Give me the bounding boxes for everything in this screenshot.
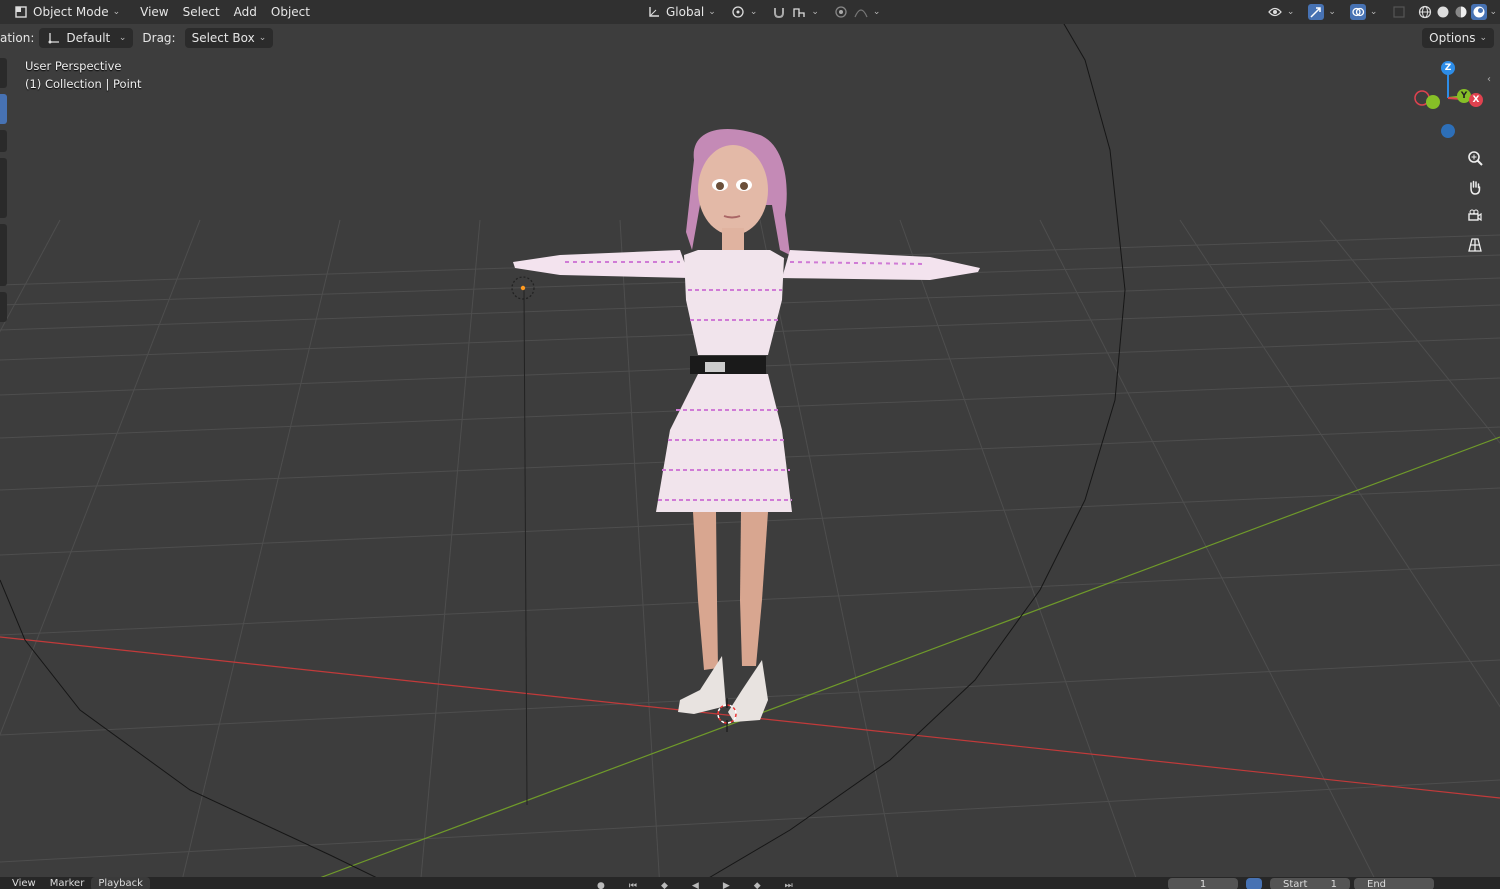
chevron-down-icon: ⌄: [708, 7, 716, 17]
start-label: Start: [1283, 879, 1308, 889]
character-model: [513, 128, 980, 722]
start-frame-field[interactable]: Start 1: [1270, 878, 1350, 889]
gizmo-toggle[interactable]: ⌄: [1301, 2, 1343, 22]
xray-toggle[interactable]: [1384, 2, 1414, 22]
tool-annotate-group[interactable]: [0, 224, 7, 286]
proportional-circle-icon: [833, 4, 849, 20]
grid-ortho-icon[interactable]: [1462, 232, 1488, 258]
snap-toggle[interactable]: ⌄: [764, 2, 826, 22]
transform-orientation[interactable]: Global ⌄: [639, 2, 723, 22]
drag-dropdown[interactable]: Select Box ⌄: [184, 28, 274, 48]
menu-add[interactable]: Add: [227, 2, 264, 22]
material-shading-icon[interactable]: [1453, 4, 1469, 20]
orientation-dropdown-value: Default: [66, 31, 111, 45]
timeline-menu-playback[interactable]: Playback: [91, 877, 150, 889]
preview-range-icon[interactable]: [1246, 878, 1262, 889]
orientation-label: Global: [665, 5, 705, 19]
y-axis-line: [289, 436, 1500, 889]
transform-orientation-icon: [46, 30, 62, 46]
shading-modes[interactable]: ⌄: [1414, 2, 1500, 22]
eye-icon: [1267, 4, 1283, 20]
end-label: End: [1367, 879, 1387, 889]
hand-pan-icon[interactable]: [1462, 174, 1488, 200]
chevron-down-icon: ⌄: [1328, 7, 1336, 17]
3d-viewport[interactable]: User Perspective (1) Collection | Point …: [0, 0, 1500, 889]
mode-selector[interactable]: Object Mode ⌄: [6, 2, 127, 22]
jump-end-icon[interactable]: ⏭: [778, 879, 800, 889]
chevron-down-icon: ⌄: [1479, 33, 1487, 43]
playback-controls[interactable]: ● ⏮ ◆ ◀ ▶ ◆ ⏭: [590, 879, 800, 889]
visibility-dropdown[interactable]: ⌄: [1260, 2, 1302, 22]
chevron-down-icon: ⌄: [258, 33, 267, 43]
wireframe-shading-icon[interactable]: [1417, 4, 1433, 20]
jump-start-icon[interactable]: ⏮: [622, 879, 644, 889]
xray-icon: [1391, 4, 1407, 20]
drag-label: Drag:: [142, 31, 176, 45]
sidebar-toggle-icon[interactable]: ‹: [1487, 74, 1491, 85]
tool-move[interactable]: [0, 130, 7, 152]
chevron-down-icon: ⌄: [811, 7, 819, 17]
options-label: Options: [1429, 31, 1476, 45]
overlay-circles-icon: [1349, 4, 1366, 20]
solid-shading-icon[interactable]: [1435, 4, 1451, 20]
drag-dropdown-value: Select Box: [191, 31, 255, 45]
chevron-down-icon: ⌄: [118, 33, 127, 43]
light-sphere-outline: [0, 0, 1126, 889]
tool-transform-group[interactable]: [0, 158, 7, 218]
next-keyframe-icon[interactable]: ◆: [747, 879, 768, 889]
snap-increment-icon: [791, 4, 807, 20]
tool-add-cube[interactable]: [0, 292, 7, 322]
record-icon[interactable]: ●: [590, 879, 612, 889]
tool-cursor-active[interactable]: [0, 94, 7, 124]
orientation-field-label: ation:: [0, 31, 35, 45]
orientation-axes-icon: [646, 4, 662, 20]
chevron-down-icon: ⌄: [872, 7, 881, 17]
proportional-editing-toggle[interactable]: ⌄: [826, 2, 888, 22]
end-frame-field[interactable]: End 1100: [1354, 878, 1434, 889]
chevron-down-icon: ⌄: [749, 7, 758, 17]
magnet-icon: [771, 4, 787, 20]
header-bar: Object Mode ⌄ View Select Add Object Glo…: [0, 0, 1500, 24]
menu-select[interactable]: Select: [176, 2, 227, 22]
play-reverse-icon[interactable]: ◀: [685, 879, 706, 889]
start-value: 1: [1330, 879, 1337, 889]
options-dropdown[interactable]: Options ⌄: [1422, 28, 1494, 48]
pivot-point-button[interactable]: ⌄: [723, 2, 765, 22]
collection-info: (1) Collection | Point: [25, 77, 142, 91]
menu-view[interactable]: View: [133, 2, 175, 22]
timeline-menu-marker[interactable]: Marker: [43, 877, 92, 889]
mode-label: Object Mode: [33, 5, 109, 19]
light-line: [523, 289, 528, 806]
viewport-scene: [0, 0, 1500, 889]
rendered-shading-icon[interactable]: [1471, 4, 1488, 20]
gizmo-x-label[interactable]: X: [1469, 93, 1483, 107]
chevron-down-icon: ⌄: [112, 7, 121, 17]
play-icon[interactable]: ▶: [716, 879, 737, 889]
chevron-down-icon: ⌄: [1286, 7, 1295, 17]
left-toolbar: [0, 58, 8, 328]
view-name: User Perspective: [25, 59, 122, 73]
tool-select[interactable]: [0, 58, 7, 88]
gizmo-z-label[interactable]: Z: [1441, 61, 1455, 75]
camera-view-icon[interactable]: [1462, 203, 1488, 229]
object-mode-icon: [13, 4, 29, 20]
prev-keyframe-icon[interactable]: ◆: [654, 879, 675, 889]
chevron-down-icon: ⌄: [1489, 7, 1497, 17]
timeline-header: View Marker Playback ● ⏮ ◆ ◀ ▶ ◆ ⏭ 1 Sta…: [0, 877, 1500, 889]
orientation-dropdown[interactable]: Default ⌄: [39, 28, 134, 48]
falloff-curve-icon: [853, 4, 869, 20]
zoom-icon[interactable]: [1462, 145, 1488, 171]
current-frame-field[interactable]: 1: [1168, 878, 1238, 889]
tool-settings-bar: ation: Default ⌄ Drag: Select Box ⌄ Opti…: [0, 26, 1500, 50]
pivot-icon: [730, 4, 746, 20]
timeline-menu-view[interactable]: View: [0, 877, 43, 889]
chevron-down-icon: ⌄: [1369, 7, 1378, 17]
overlays-toggle[interactable]: ⌄: [1343, 2, 1385, 22]
gizmo-arrows-icon: [1308, 4, 1325, 20]
menu-object[interactable]: Object: [264, 2, 317, 22]
